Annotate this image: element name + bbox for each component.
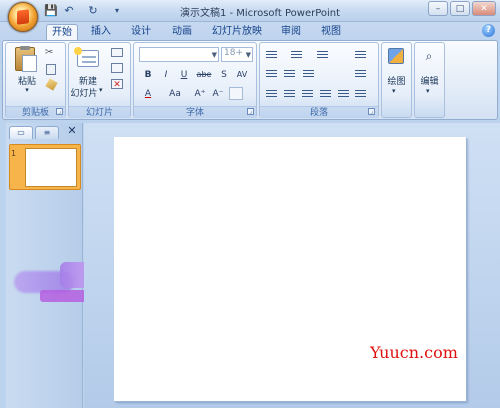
slides-tab-icon: ▭ bbox=[17, 128, 25, 137]
bullets-icon[interactable] bbox=[265, 49, 278, 60]
office-button[interactable] bbox=[8, 2, 38, 32]
tab-design[interactable]: 设计 bbox=[126, 24, 156, 40]
slide-thumbnail[interactable] bbox=[25, 148, 77, 187]
paragraph-dialog-launcher[interactable]: ⌟ bbox=[368, 108, 375, 115]
change-case-button[interactable]: Aa bbox=[164, 87, 186, 101]
line-spacing-icon[interactable] bbox=[316, 49, 329, 60]
slide-number: 1 bbox=[11, 149, 17, 158]
tab-insert[interactable]: 插入 bbox=[86, 24, 116, 40]
character-spacing-button[interactable]: AV bbox=[232, 68, 252, 82]
justify-icon[interactable] bbox=[319, 88, 332, 99]
new-slide-label-line2[interactable]: 幻灯片 bbox=[69, 86, 99, 99]
undo-icon[interactable]: ↶ bbox=[62, 4, 76, 18]
editing-dropdown-arrow[interactable]: ▾ bbox=[426, 87, 434, 95]
minimize-button[interactable]: – bbox=[428, 1, 448, 16]
align-text-icon[interactable] bbox=[354, 68, 367, 79]
align-left-icon[interactable] bbox=[265, 88, 278, 99]
copy-icon[interactable] bbox=[46, 64, 56, 75]
editing-button[interactable]: 编辑 bbox=[416, 74, 443, 87]
reset-slide-icon[interactable] bbox=[111, 63, 123, 73]
increase-indent-icon[interactable] bbox=[283, 68, 296, 79]
tab-view[interactable]: 视图 bbox=[316, 24, 346, 40]
font-size-combo[interactable]: 18+ ▼ bbox=[221, 47, 253, 62]
bold-button[interactable]: B bbox=[140, 68, 156, 82]
font-size-dropdown-icon: ▼ bbox=[245, 51, 251, 59]
maximize-button[interactable]: □ bbox=[450, 1, 470, 16]
close-pane-icon[interactable]: ✕ bbox=[66, 125, 78, 137]
tab-review[interactable]: 审阅 bbox=[276, 24, 306, 40]
drawing-button[interactable]: 绘图 bbox=[383, 74, 410, 87]
redacted-overlay bbox=[40, 290, 90, 302]
align-right-icon[interactable] bbox=[301, 88, 314, 99]
shrink-font-button[interactable]: A⁻ bbox=[210, 87, 226, 101]
redo-icon[interactable]: ↻ bbox=[86, 4, 100, 18]
font-size-value: 18+ bbox=[224, 48, 243, 58]
save-icon[interactable]: 💾 bbox=[44, 4, 58, 18]
tab-slide-show[interactable]: 幻灯片放映 bbox=[208, 24, 266, 40]
binoculars-icon[interactable]: ⌕ bbox=[421, 48, 437, 64]
new-slide-dropdown-arrow[interactable]: ▾ bbox=[99, 86, 107, 94]
drawing-dropdown-arrow[interactable]: ▾ bbox=[392, 87, 400, 95]
slides-tab[interactable]: ▭ bbox=[9, 126, 33, 139]
help-button[interactable]: ? bbox=[482, 24, 495, 37]
italic-button[interactable]: I bbox=[158, 68, 174, 82]
columns-icon[interactable] bbox=[302, 68, 315, 79]
cut-icon[interactable]: ✂ bbox=[45, 47, 57, 59]
slides-group-label: 幻灯片 bbox=[69, 106, 130, 118]
paste-dropdown-arrow[interactable]: ▾ bbox=[22, 86, 32, 94]
numbering-icon[interactable] bbox=[290, 49, 303, 60]
smartart-icon[interactable] bbox=[354, 88, 367, 99]
underline-button[interactable]: U bbox=[176, 68, 192, 82]
distributed-icon[interactable] bbox=[337, 88, 350, 99]
clear-formatting-icon[interactable] bbox=[229, 87, 243, 100]
watermark: Yuucn.com bbox=[370, 343, 458, 362]
font-name-dropdown-icon: ▼ bbox=[211, 51, 217, 59]
paste-icon[interactable] bbox=[15, 46, 37, 72]
text-direction-icon[interactable] bbox=[354, 49, 367, 60]
customize-quick-access-icon[interactable]: ▾ bbox=[110, 4, 124, 18]
font-dialog-launcher[interactable]: ⌟ bbox=[247, 108, 254, 115]
new-slide-icon[interactable] bbox=[74, 47, 99, 67]
font-name-combo[interactable]: ▼ bbox=[139, 47, 219, 62]
close-button[interactable]: ✕ bbox=[472, 1, 496, 16]
paragraph-group-label: 段落 bbox=[260, 106, 378, 118]
office-logo-icon bbox=[17, 9, 29, 25]
layout-icon[interactable] bbox=[111, 48, 123, 57]
font-group-label: 字体 bbox=[134, 106, 256, 118]
window-title: 演示文稿1 - Microsoft PowerPoint bbox=[179, 8, 341, 19]
grow-font-button[interactable]: A⁺ bbox=[192, 87, 208, 101]
align-center-icon[interactable] bbox=[283, 88, 296, 99]
shadow-button[interactable]: S bbox=[216, 68, 232, 82]
drawing-icon[interactable] bbox=[388, 48, 404, 64]
outline-tab-icon: ≡ bbox=[43, 128, 51, 137]
font-color-button[interactable]: A bbox=[140, 87, 156, 101]
tab-home[interactable]: 开始 bbox=[46, 24, 78, 40]
clipboard-dialog-launcher[interactable]: ⌟ bbox=[56, 108, 63, 115]
tab-animations[interactable]: 动画 bbox=[166, 24, 198, 40]
strikethrough-button[interactable]: abe bbox=[194, 68, 214, 82]
delete-slide-icon[interactable]: ✕ bbox=[111, 79, 123, 90]
outline-tab[interactable]: ≡ bbox=[35, 126, 59, 139]
decrease-indent-icon[interactable] bbox=[265, 68, 278, 79]
